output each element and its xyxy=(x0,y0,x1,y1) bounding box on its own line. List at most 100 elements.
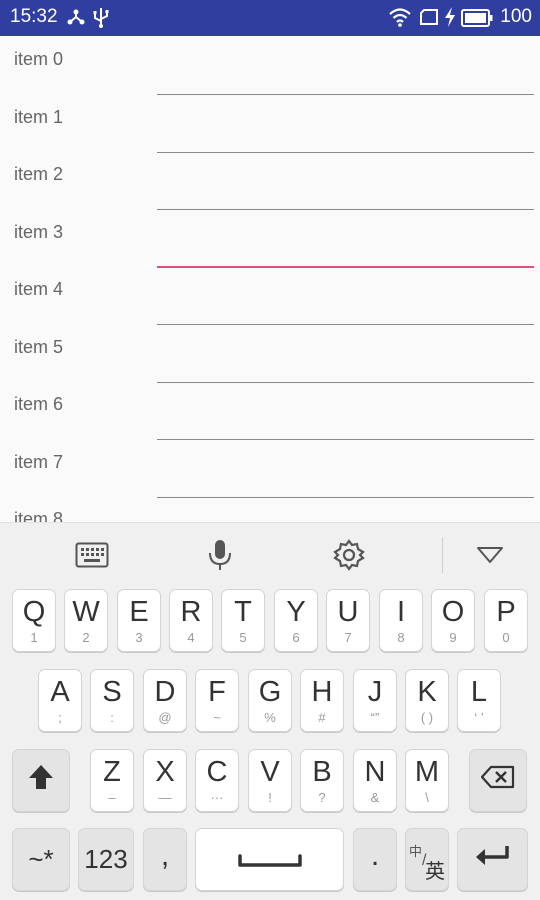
period-key[interactable]: . xyxy=(353,828,397,891)
key-h[interactable]: H # xyxy=(300,669,344,732)
key-m[interactable]: M \ xyxy=(405,749,449,812)
key-alt-symbol: : xyxy=(110,710,114,725)
item-label: item 5 xyxy=(14,336,64,357)
key-x[interactable]: X — xyxy=(143,749,187,812)
battery-percent: 100 xyxy=(500,6,532,27)
key-alt-symbol: 2 xyxy=(82,630,90,645)
key-alt-symbol: @ xyxy=(158,710,172,725)
key-letter: Z xyxy=(103,756,121,788)
item-text-field[interactable] xyxy=(157,73,534,95)
key-alt-symbol: ··· xyxy=(210,790,224,805)
key-alt-symbol: 7 xyxy=(344,630,352,645)
item-text-field[interactable] xyxy=(157,245,534,268)
key-letter: U xyxy=(337,596,359,628)
key-l[interactable]: L ‘ ’ xyxy=(457,669,501,732)
lang-english-label: 英 xyxy=(425,861,445,883)
key-k[interactable]: K ( ) xyxy=(405,669,449,732)
key-alt-symbol: 4 xyxy=(187,630,195,645)
key-alt-symbol: # xyxy=(318,710,326,725)
symbols-key[interactable]: ~* xyxy=(12,828,70,891)
key-letter: C xyxy=(206,756,228,788)
list-item: item 0 xyxy=(0,36,540,95)
key-alt-symbol: ? xyxy=(318,790,326,805)
status-time: 15:32 xyxy=(10,6,58,27)
key-g[interactable]: G% xyxy=(248,669,292,732)
key-alt-symbol: — xyxy=(158,790,172,805)
key-alt-symbol: 5 xyxy=(239,630,247,645)
key-letter: P xyxy=(496,596,516,628)
settings-icon[interactable] xyxy=(331,537,367,573)
usb-icon xyxy=(92,7,110,34)
microphone-icon[interactable] xyxy=(202,537,238,573)
list-item: item 7 xyxy=(0,439,540,498)
key-letter: G xyxy=(258,676,282,708)
key-w[interactable]: W2 xyxy=(64,589,108,652)
key-i[interactable]: I8 xyxy=(379,589,423,652)
symbols-label: ~* xyxy=(28,844,54,874)
numbers-key[interactable]: 123 xyxy=(78,828,134,891)
key-letter: O xyxy=(441,596,465,628)
period-label: . xyxy=(370,838,380,872)
enter-icon xyxy=(473,843,513,876)
key-letter: R xyxy=(180,596,202,628)
item-text-field[interactable] xyxy=(157,418,534,440)
key-r[interactable]: R4 xyxy=(169,589,213,652)
key-s[interactable]: S: xyxy=(90,669,134,732)
key-letter: X xyxy=(155,756,175,788)
key-letter: S xyxy=(102,676,122,708)
backspace-key[interactable] xyxy=(469,749,527,812)
key-alt-symbol: “” xyxy=(370,710,380,725)
key-e[interactable]: E3 xyxy=(117,589,161,652)
comma-key[interactable]: , xyxy=(143,828,187,891)
item-text-field[interactable] xyxy=(157,360,534,383)
key-o[interactable]: O9 xyxy=(431,589,475,652)
key-letter: E xyxy=(129,596,149,628)
item-text-field[interactable] xyxy=(157,303,534,325)
key-letter: J xyxy=(367,676,383,708)
item-label: item 8 xyxy=(14,509,64,522)
sim-icon xyxy=(419,8,439,31)
key-letter: F xyxy=(208,676,226,708)
key-alt-symbol: – xyxy=(108,790,116,805)
lang-chinese-label: 中 xyxy=(409,844,423,859)
key-d[interactable]: D @ xyxy=(143,669,187,732)
key-letter: I xyxy=(396,596,406,628)
shift-icon xyxy=(27,763,55,798)
key-u[interactable]: U7 xyxy=(326,589,370,652)
item-text-field[interactable] xyxy=(157,188,534,210)
key-c[interactable]: C ··· xyxy=(195,749,239,812)
key-alt-symbol: 6 xyxy=(292,630,300,645)
key-t[interactable]: T5 xyxy=(221,589,265,652)
space-key[interactable] xyxy=(195,828,344,891)
list-item: item 3 xyxy=(0,209,540,268)
item-label: item 4 xyxy=(14,279,64,299)
key-v[interactable]: V! xyxy=(248,749,292,812)
key-n[interactable]: N & xyxy=(353,749,397,812)
key-a[interactable]: A; xyxy=(38,669,82,732)
key-j[interactable]: J “” xyxy=(353,669,397,732)
key-p[interactable]: P0 xyxy=(484,589,528,652)
key-letter: L xyxy=(470,676,488,708)
comma-label: , xyxy=(160,838,170,872)
key-letter: H xyxy=(311,676,333,708)
key-y[interactable]: Y6 xyxy=(274,589,318,652)
key-alt-symbol: ~ xyxy=(213,710,221,725)
key-f[interactable]: F ~ xyxy=(195,669,239,732)
key-letter: V xyxy=(260,756,280,788)
toolbar-divider xyxy=(442,537,443,573)
key-letter: B xyxy=(312,756,332,788)
keyboard-icon[interactable] xyxy=(74,537,110,573)
shift-key[interactable] xyxy=(12,749,70,812)
item-list[interactable]: item 0 item 1 item 2 item 3 item 4 item 5 item… xyxy=(0,36,540,522)
collapse-icon[interactable] xyxy=(472,537,508,573)
key-q[interactable]: Q1 xyxy=(12,589,56,652)
key-z[interactable]: Z – xyxy=(90,749,134,812)
key-alt-symbol: 1 xyxy=(30,630,38,645)
item-text-field[interactable] xyxy=(157,130,534,153)
language-switch-key[interactable]: 中 / 英 xyxy=(405,828,449,891)
enter-key[interactable] xyxy=(457,828,528,891)
wifi-icon xyxy=(388,6,412,33)
key-letter: D xyxy=(154,676,176,708)
item-text-field[interactable] xyxy=(157,475,534,498)
key-b[interactable]: B? xyxy=(300,749,344,812)
